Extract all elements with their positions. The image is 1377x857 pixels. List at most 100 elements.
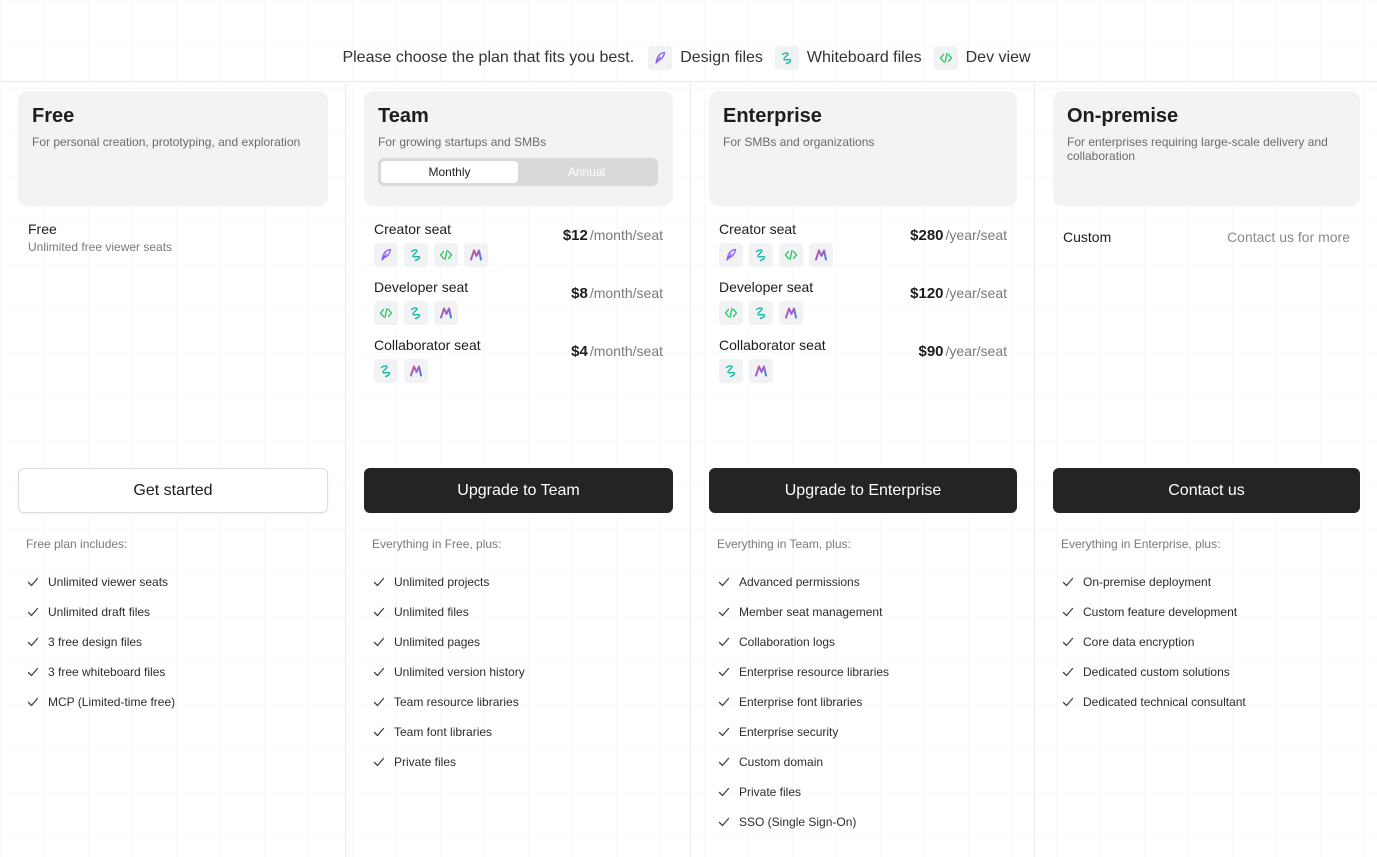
feature-label: MCP (Limited-time free) (48, 695, 176, 709)
feature-label: Unlimited viewer seats (48, 575, 169, 589)
seat-price-amount: $90 (918, 343, 944, 360)
check-icon (717, 755, 731, 769)
feature-item: Enterprise font libraries (717, 687, 1009, 717)
seat-name: Developer seat (374, 279, 469, 295)
check-icon (717, 605, 731, 619)
feature-label: Unlimited version history (394, 665, 525, 679)
seat-name: Collaborator seat (374, 337, 481, 353)
free-seat-subtitle: Unlimited free viewer seats (28, 240, 173, 254)
feature-list: Free plan includes: Unlimited viewer sea… (18, 513, 328, 717)
feature-label: Unlimited draft files (48, 605, 151, 619)
seat-price: $280/year/seat (910, 221, 1007, 245)
seat-row-creator: Creator seat $12/month/seat (374, 221, 663, 279)
plan-card: Team For growing startups and SMBs Month… (364, 91, 673, 206)
seat-price-amount: $8 (571, 285, 588, 302)
feature-item: 3 free whiteboard files (26, 657, 320, 687)
feature-label: Enterprise security (739, 725, 839, 739)
feature-list: Everything in Free, plus: Unlimited proj… (364, 513, 673, 777)
seat-info: Collaborator seat (374, 337, 481, 383)
billing-monthly-option[interactable]: Monthly (381, 161, 518, 183)
feature-label: Unlimited files (394, 605, 469, 619)
legend-label: Design files (680, 48, 763, 66)
code-icon (434, 243, 458, 267)
header-row: Please choose the plan that fits you bes… (342, 45, 1034, 70)
check-icon (372, 695, 386, 709)
plan-pricing: Creator seat $12/month/seat Developer se… (364, 206, 673, 468)
billing-annual-option[interactable]: Annual (518, 161, 655, 183)
seat-price-unit: /month/seat (589, 227, 663, 243)
seat-info: Developer seat (719, 279, 813, 325)
seat-info: Developer seat (374, 279, 468, 325)
upgrade-to-team-button[interactable]: Upgrade to Team (364, 468, 673, 513)
seat-icons (719, 243, 833, 267)
check-icon (1061, 605, 1075, 619)
code-icon (719, 301, 743, 325)
feature-item: Collaboration logs (717, 627, 1009, 657)
feature-item: Unlimited pages (372, 627, 665, 657)
seat-price-unit: /year/seat (945, 343, 1007, 359)
check-icon (717, 575, 731, 589)
plan-enterprise: Enterprise For SMBs and organizations Cr… (691, 83, 1035, 857)
feature-item: Team resource libraries (372, 687, 665, 717)
feature-item: Unlimited projects (372, 567, 665, 597)
plan-card: On-premise For enterprises requiring lar… (1053, 91, 1360, 206)
feature-item: On-premise deployment (1061, 567, 1352, 597)
plan-on-premise: On-premise For enterprises requiring lar… (1035, 83, 1377, 857)
pen-icon (374, 243, 398, 267)
feature-label: Dedicated technical consultant (1083, 695, 1246, 709)
feature-item: Dedicated technical consultant (1061, 687, 1352, 717)
feature-item: Enterprise security (717, 717, 1009, 747)
seat-icons (374, 301, 468, 325)
contact-us-button[interactable]: Contact us (1053, 468, 1360, 513)
seat-info: Creator seat (374, 221, 488, 267)
plan-description: For SMBs and organizations (723, 135, 875, 149)
feature-item: Unlimited files (372, 597, 665, 627)
check-icon (1061, 635, 1075, 649)
seat-price: $120/year/seat (910, 279, 1007, 303)
plan-pricing: Custom Contact us for more (1053, 206, 1360, 468)
seat-icons (719, 359, 826, 383)
upgrade-to-enterprise-button[interactable]: Upgrade to Enterprise (709, 468, 1017, 513)
plan-pricing: Free Unlimited free viewer seats (18, 206, 328, 468)
custom-pricing-title: Custom (1063, 229, 1112, 245)
plan-team: Team For growing startups and SMBs Month… (346, 83, 691, 857)
feature-item: Dedicated custom solutions (1061, 657, 1352, 687)
feature-label: Enterprise resource libraries (739, 665, 890, 679)
seat-info: Creator seat (719, 221, 833, 267)
ai-icon (434, 301, 458, 325)
feature-label: Custom domain (739, 755, 824, 769)
legend-design-files: Design files (648, 45, 763, 70)
whiteboard-icon (749, 301, 773, 325)
whiteboard-icon (774, 45, 799, 70)
feature-item: Core data encryption (1061, 627, 1352, 657)
ai-icon (779, 301, 803, 325)
contact-for-more-link[interactable]: Contact us for more (1227, 229, 1350, 245)
seat-price-unit: /year/seat (945, 285, 1007, 301)
seat-price-unit: /month/seat (589, 343, 663, 359)
seat-info: Collaborator seat (719, 337, 826, 383)
feature-item: 3 free design files (26, 627, 320, 657)
feature-item: Member seat management (717, 597, 1009, 627)
check-icon (372, 575, 386, 589)
seat-price-amount: $12 (562, 227, 588, 244)
seat-price: $8/month/seat (571, 279, 663, 303)
check-icon (26, 575, 40, 589)
feature-label: Dedicated custom solutions (1083, 665, 1230, 679)
legend-label: Whiteboard files (806, 48, 922, 66)
check-icon (26, 605, 40, 619)
plan-name: Team (378, 105, 429, 127)
feature-label: Team resource libraries (394, 695, 519, 709)
pen-icon (648, 45, 673, 70)
check-icon (1061, 665, 1075, 679)
feature-label: 3 free whiteboard files (48, 665, 166, 679)
whiteboard-icon (719, 359, 743, 383)
feature-list: Everything in Enterprise, plus: On-premi… (1053, 513, 1360, 717)
check-icon (1061, 575, 1075, 589)
features-heading: Everything in Enterprise, plus: (1061, 537, 1221, 551)
check-icon (717, 695, 731, 709)
seat-icons (719, 301, 813, 325)
feature-list: Everything in Team, plus: Advanced permi… (709, 513, 1017, 837)
code-icon (933, 45, 958, 70)
feature-label: Core data encryption (1083, 635, 1195, 649)
get-started-button[interactable]: Get started (18, 468, 328, 513)
